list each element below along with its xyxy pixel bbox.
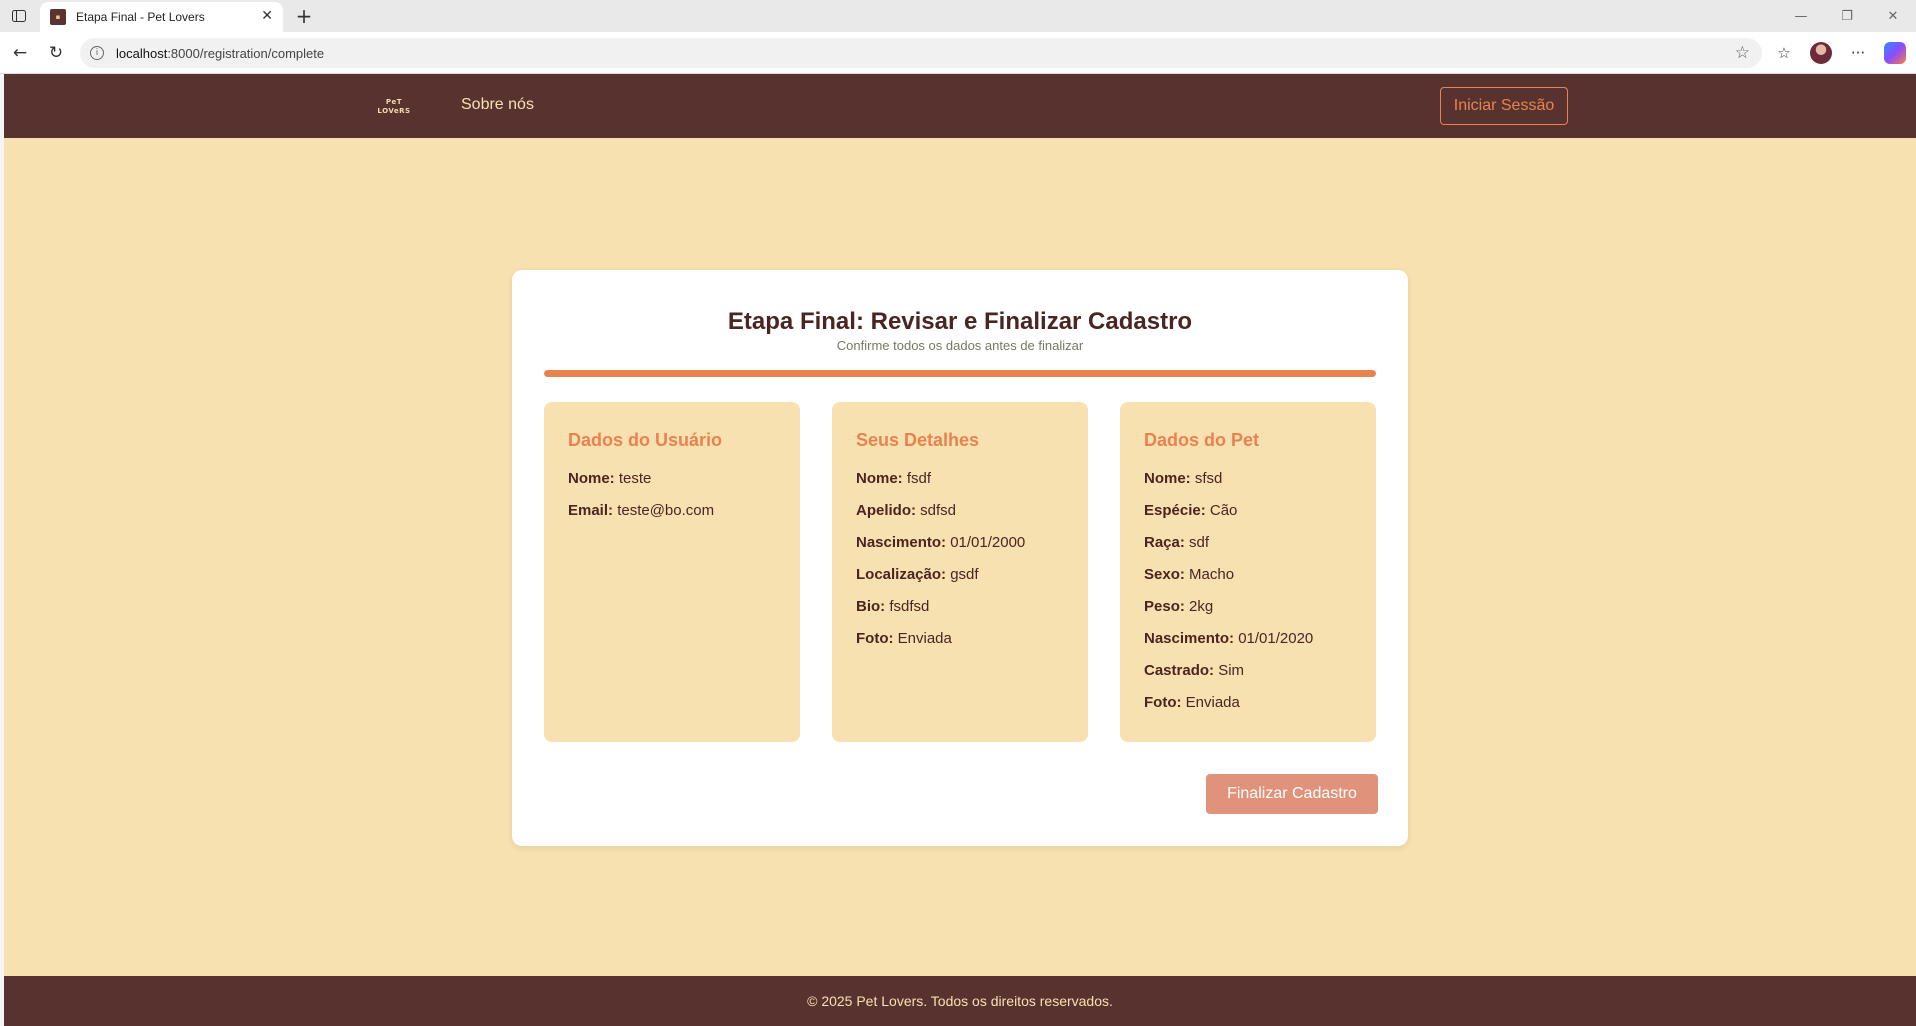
field-label: Peso:	[1144, 598, 1185, 615]
url-field[interactable]: i localhost:8000/registration/complete ☆	[80, 38, 1762, 68]
section-title: Seus Detalhes	[856, 430, 980, 450]
section-your-details: Seus Detalhes Nome: fsdf Apelido: sdfsd …	[832, 402, 1088, 742]
browser-address-bar: ← ↻ i localhost:8000/registration/comple…	[0, 32, 1916, 74]
window-controls: — ❐ ✕	[1778, 0, 1916, 32]
url-host: localhost	[116, 45, 168, 61]
field-row: Email: teste@bo.com	[568, 495, 776, 527]
field-row: Localização: gsdf	[856, 559, 1064, 591]
section-title: Dados do Pet	[1144, 430, 1260, 450]
browser-tab-active[interactable]: ▪ Etapa Final - Pet Lovers ✕	[40, 2, 283, 32]
field-label: Bio:	[856, 598, 886, 615]
copilot-icon[interactable]	[1884, 42, 1906, 64]
field-row: Bio: fsdfsd	[856, 591, 1064, 623]
profile-avatar[interactable]	[1810, 42, 1832, 64]
tab-actions-icon[interactable]	[8, 6, 30, 26]
field-row: Nascimento: 01/01/2020	[1144, 623, 1352, 655]
field-row: Nascimento: 01/01/2000	[856, 527, 1064, 559]
field-row: Nome: teste	[568, 463, 776, 495]
field-label: Sexo:	[1144, 566, 1185, 583]
field-label: Foto:	[856, 630, 894, 647]
field-value: 01/01/2020	[1238, 630, 1314, 647]
field-value: teste	[618, 470, 652, 487]
field-label: Nome:	[568, 470, 615, 487]
field-row: Nome: fsdf	[856, 463, 1064, 495]
field-label: Nome:	[856, 470, 903, 487]
field-label: Foto:	[1144, 694, 1182, 711]
section-title: Dados do Usuário	[568, 430, 723, 450]
field-value: 2kg	[1189, 598, 1214, 615]
page: PeT LOVeRS Sobre nós Iniciar Sessão Etap…	[4, 74, 1916, 1026]
field-value: teste@bo.com	[617, 502, 715, 519]
restore-icon[interactable]: ❐	[1824, 0, 1870, 32]
close-tab-icon[interactable]: ✕	[261, 8, 273, 24]
site-footer: © 2025 Pet Lovers. Todos os direitos res…	[4, 976, 1916, 1026]
field-value: Enviada	[897, 630, 952, 647]
field-label: Nome:	[1144, 470, 1191, 487]
more-icon[interactable]: ···	[1846, 41, 1870, 65]
field-label: Email:	[568, 502, 614, 519]
field-row: Raça: sdf	[1144, 527, 1352, 559]
site-logo[interactable]: PeT LOVeRS	[374, 98, 414, 116]
field-value: gsdf	[950, 566, 979, 583]
field-label: Espécie:	[1144, 502, 1206, 519]
review-card: Etapa Final: Revisar e Finalizar Cadastr…	[512, 270, 1408, 846]
finish-registration-button[interactable]: Finalizar Cadastro	[1206, 774, 1378, 814]
field-row: Castrado: Sim	[1144, 655, 1352, 687]
field-row: Sexo: Macho	[1144, 559, 1352, 591]
url-path: :8000/registration/complete	[167, 45, 325, 61]
field-label: Localização:	[856, 566, 947, 583]
close-window-icon[interactable]: ✕	[1870, 0, 1916, 32]
field-value: sdfsd	[920, 502, 957, 519]
field-value: sfsd	[1194, 470, 1223, 487]
field-row: Nome: sfsd	[1144, 463, 1352, 495]
field-label: Nascimento:	[1144, 630, 1235, 647]
favorites-icon[interactable]: ☆	[1772, 41, 1796, 65]
field-value: 01/01/2000	[950, 534, 1026, 551]
page-subtitle: Confirme todos os dados antes de finaliz…	[836, 338, 1084, 353]
field-label: Raça:	[1144, 534, 1185, 551]
site-header: PeT LOVeRS Sobre nós Iniciar Sessão	[4, 74, 1916, 138]
field-value: Sim	[1218, 662, 1245, 679]
login-button[interactable]: Iniciar Sessão	[1440, 87, 1568, 125]
field-label: Castrado:	[1144, 662, 1215, 679]
url-text: localhost:8000/registration/complete	[116, 46, 324, 61]
field-value: Macho	[1189, 566, 1235, 583]
reload-icon[interactable]: ↻	[44, 41, 68, 65]
field-row: Apelido: sdfsd	[856, 495, 1064, 527]
field-value: Cão	[1209, 502, 1238, 519]
new-tab-icon[interactable]: +	[292, 4, 316, 28]
field-value: Enviada	[1185, 694, 1240, 711]
logo-line-2: LOVeRS	[377, 107, 411, 115]
browser-toolbar: ☆ ···	[1772, 41, 1906, 65]
tab-title: Etapa Final - Pet Lovers	[76, 10, 205, 24]
site-info-icon[interactable]: i	[90, 46, 104, 60]
field-row: Peso: 2kg	[1144, 591, 1352, 623]
logo-line-1: PeT	[385, 98, 403, 106]
field-value: fsdfsd	[889, 598, 930, 615]
minimize-icon[interactable]: —	[1778, 0, 1824, 32]
field-label: Nascimento:	[856, 534, 947, 551]
section-pet-data: Dados do Pet Nome: sfsd Espécie: Cão Raç…	[1120, 402, 1376, 742]
page-title: Etapa Final: Revisar e Finalizar Cadastr…	[727, 308, 1193, 335]
field-label: Apelido:	[856, 502, 916, 519]
progress-bar	[544, 370, 1376, 377]
nav-link-about[interactable]: Sobre nós	[461, 96, 534, 114]
field-value: sdf	[1189, 534, 1210, 551]
back-icon[interactable]: ←	[8, 41, 32, 65]
field-row: Espécie: Cão	[1144, 495, 1352, 527]
favorite-star-icon[interactable]: ☆	[1735, 43, 1750, 63]
field-value: fsdf	[906, 470, 932, 487]
progress-bar-fill	[544, 370, 1376, 377]
footer-text: © 2025 Pet Lovers. Todos os direitos res…	[807, 993, 1113, 1009]
section-user-data: Dados do Usuário Nome: teste Email: test…	[544, 402, 800, 742]
field-row: Foto: Enviada	[1144, 687, 1352, 719]
browser-tab-bar: ▪ Etapa Final - Pet Lovers ✕ + — ❐ ✕	[0, 0, 1916, 32]
favicon-icon: ▪	[50, 9, 66, 25]
field-row: Foto: Enviada	[856, 623, 1064, 655]
